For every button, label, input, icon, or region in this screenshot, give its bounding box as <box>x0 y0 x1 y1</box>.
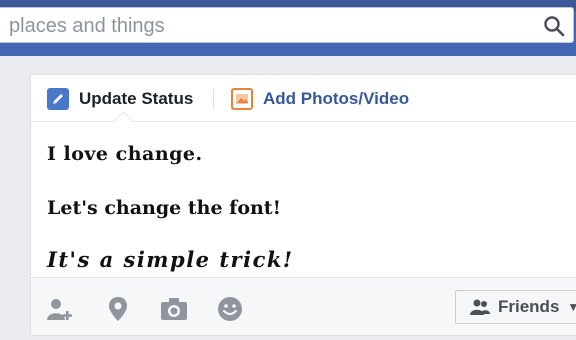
tab-update-status[interactable]: Update Status <box>47 87 193 111</box>
active-tab-indicator <box>114 111 133 130</box>
tab-divider <box>213 89 214 109</box>
composer-actions: Friends ▼ <box>31 277 576 335</box>
status-line: I love change. <box>47 143 203 165</box>
audience-label: Friends <box>498 297 560 316</box>
status-line: It's a simple trick! <box>47 247 294 272</box>
friends-icon <box>470 297 490 317</box>
composer-card: Update Status Add Photos/Video I love ch… <box>30 74 576 336</box>
tab-label: Update Status <box>79 89 194 108</box>
search-icon[interactable] <box>543 15 565 37</box>
composer-tabs: Update Status Add Photos/Video <box>31 75 576 130</box>
audience-selector[interactable]: Friends ▼ <box>455 290 576 324</box>
tab-add-photos-video[interactable]: Add Photos/Video <box>231 87 409 111</box>
photo-icon <box>231 88 253 110</box>
location-pin-icon[interactable] <box>103 294 133 324</box>
emoji-icon[interactable] <box>215 294 245 324</box>
chevron-down-icon: ▼ <box>567 300 576 314</box>
search-box[interactable] <box>0 7 574 43</box>
pencil-icon <box>47 88 69 110</box>
camera-icon[interactable] <box>159 294 189 324</box>
search-input[interactable] <box>7 12 531 40</box>
status-line: Let's change the font! <box>47 197 281 219</box>
top-bar <box>0 0 576 56</box>
tag-people-icon[interactable] <box>45 294 75 324</box>
tab-label: Add Photos/Video <box>263 89 410 108</box>
